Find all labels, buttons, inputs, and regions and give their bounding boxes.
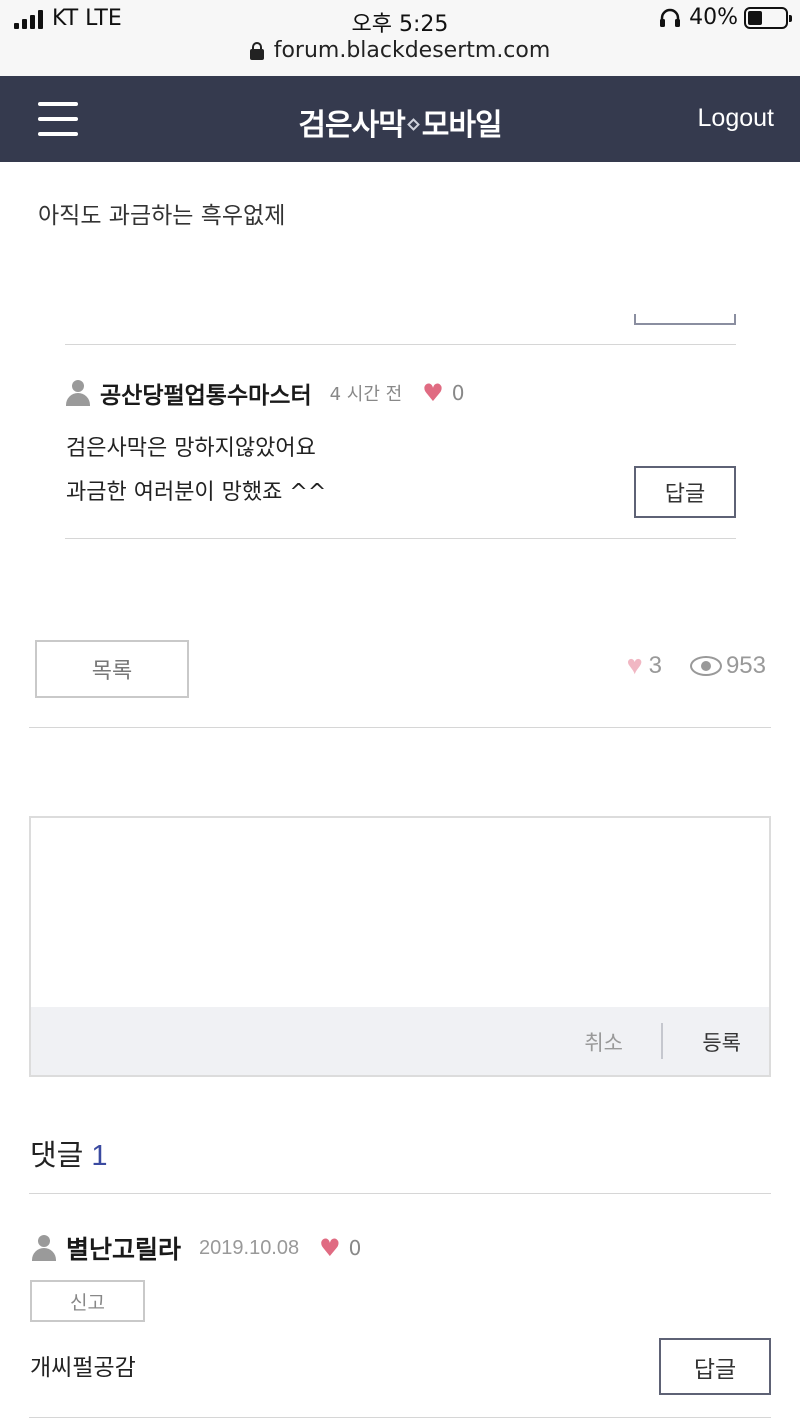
comment-like-count: 0: [348, 1236, 362, 1260]
reply-text-line-2: 과금한 여러분이 망했죠 ^^: [66, 480, 327, 505]
reply-author[interactable]: 공산당펄업통수마스터: [100, 376, 312, 410]
reply-reply-button[interactable]: 답글: [634, 466, 736, 518]
comment-editor: 취소 등록: [29, 816, 771, 1077]
logo-text-left: 검은사막: [298, 108, 405, 143]
headphones-icon: [660, 8, 681, 27]
comment-text: 개씨펄공감: [30, 1355, 136, 1381]
comment-reply-button[interactable]: 답글: [659, 1338, 771, 1395]
battery-percent: 40%: [689, 5, 738, 30]
site-logo[interactable]: 검은사막 모바일: [0, 100, 800, 144]
post-body: 아직도 과금하는 흑우없제: [38, 203, 286, 229]
eye-icon: [689, 655, 722, 676]
battery-icon: [744, 6, 792, 29]
like-heart-icon[interactable]: ♥: [627, 650, 643, 681]
comment-date: 2019.10.08: [199, 1236, 300, 1259]
toolbar-separator: [661, 1023, 663, 1059]
address-bar[interactable]: forum.blackdesertm.com: [0, 38, 800, 63]
heart-icon[interactable]: ♥: [422, 381, 444, 405]
user-icon: [32, 1235, 56, 1261]
comments-title: 댓글: [30, 1138, 84, 1172]
comment-input[interactable]: [31, 818, 769, 1006]
lock-icon: [249, 41, 264, 60]
list-button[interactable]: 목록: [35, 640, 189, 698]
divider: [29, 1193, 771, 1194]
post-view-count: 953: [725, 651, 766, 679]
reply-text-line-1: 검은사막은 망하지않았어요: [66, 436, 316, 461]
battery-level: [748, 10, 763, 25]
post-like-count: 3: [648, 651, 662, 679]
submit-button[interactable]: 등록: [702, 1027, 741, 1057]
divider: [29, 727, 771, 728]
reply-like-count: 0: [451, 381, 465, 405]
reply-time: 4 시간 전: [329, 384, 403, 405]
logo-text-right: 모바일: [421, 108, 503, 143]
post-stats: ♥ 3 953: [627, 650, 766, 681]
url-text[interactable]: forum.blackdesertm.com: [274, 38, 551, 63]
reply-meta: 공산당펄업통수마스터 4 시간 전 ♥ 0: [66, 376, 464, 410]
battery-info: 40%: [659, 5, 792, 30]
divider: [65, 344, 736, 345]
report-button[interactable]: 신고: [30, 1280, 145, 1322]
status-bar: KT LTE 오후 5:25 40% forum.blackdesertm.co…: [0, 0, 800, 76]
previous-reply-button-edge[interactable]: [634, 314, 736, 325]
logo-diamond-icon: [406, 118, 420, 131]
comments-count: 1: [91, 1140, 108, 1172]
site-header: 검은사막 모바일 Logout: [0, 76, 800, 162]
comments-heading: 댓글 1: [30, 1132, 108, 1174]
divider: [65, 538, 736, 539]
cancel-button[interactable]: 취소: [584, 1027, 623, 1057]
divider: [29, 1417, 771, 1418]
comment-meta: 별난고릴라 2019.10.08 ♥ 0: [32, 1230, 361, 1266]
logout-link[interactable]: Logout: [698, 104, 774, 133]
user-icon: [66, 380, 90, 406]
editor-toolbar: 취소 등록: [31, 1007, 769, 1075]
comment-author[interactable]: 별난고릴라: [66, 1230, 181, 1266]
heart-icon[interactable]: ♥: [319, 1236, 341, 1260]
